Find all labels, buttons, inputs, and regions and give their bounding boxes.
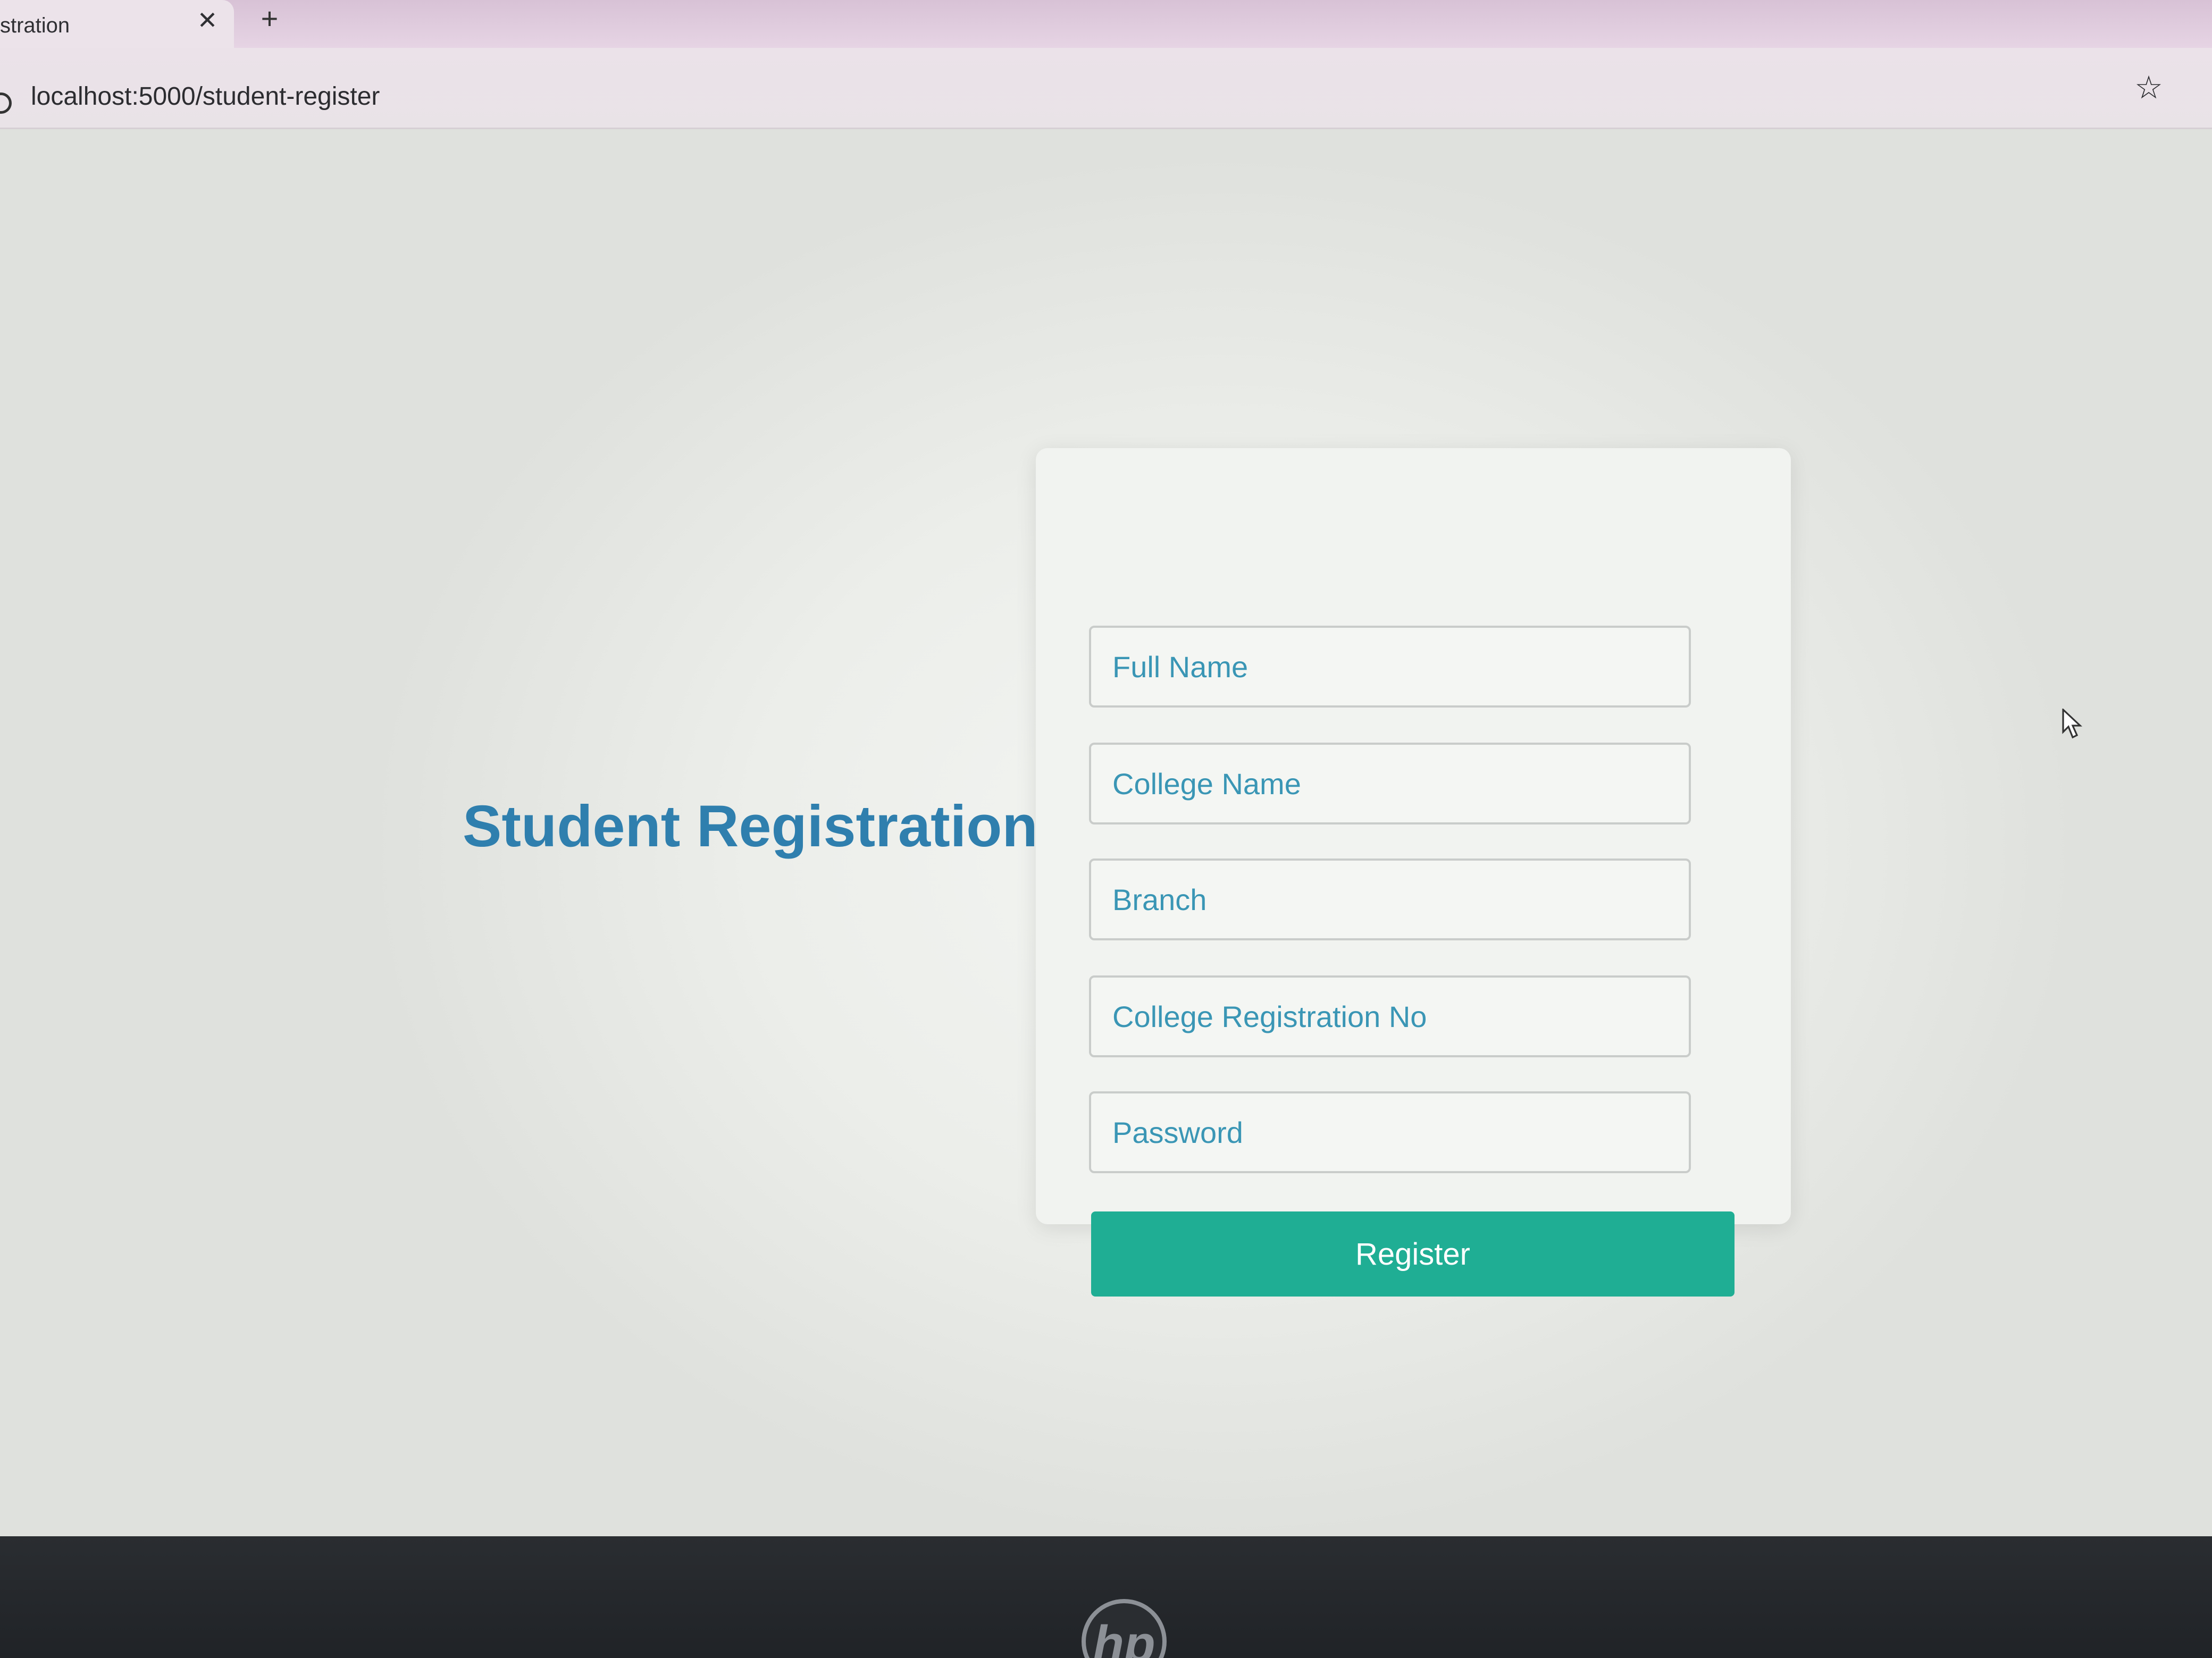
hp-logo: hp bbox=[1082, 1599, 1167, 1658]
tab-close-icon[interactable]: ✕ bbox=[195, 7, 220, 33]
college-name-input[interactable] bbox=[1089, 743, 1691, 824]
browser-toolbar: localhost:5000/student-register ☆ bbox=[0, 48, 2212, 129]
page-viewport: Student Registration Register bbox=[0, 129, 2212, 1536]
college-registration-no-input[interactable] bbox=[1089, 975, 1691, 1057]
address-bar[interactable]: localhost:5000/student-register bbox=[31, 82, 380, 111]
page-title: Student Registration bbox=[463, 794, 1038, 859]
mouse-cursor-icon bbox=[2062, 709, 2083, 739]
password-input[interactable] bbox=[1089, 1091, 1691, 1173]
registration-form: Register bbox=[1036, 448, 1791, 1297]
reload-icon[interactable] bbox=[0, 92, 12, 114]
browser-tab[interactable]: stration ✕ bbox=[0, 0, 234, 53]
star-icon[interactable]: ☆ bbox=[2131, 70, 2166, 105]
new-tab-icon[interactable]: + bbox=[256, 4, 283, 33]
tab-title: stration bbox=[0, 14, 70, 37]
browser-tab-strip: stration ✕ + bbox=[0, 0, 2212, 53]
laptop-bezel: hp bbox=[0, 1536, 2212, 1658]
branch-input[interactable] bbox=[1089, 859, 1691, 940]
hp-logo-text: hp bbox=[1093, 1615, 1155, 1658]
register-button[interactable]: Register bbox=[1091, 1211, 1735, 1297]
full-name-input[interactable] bbox=[1089, 626, 1691, 708]
